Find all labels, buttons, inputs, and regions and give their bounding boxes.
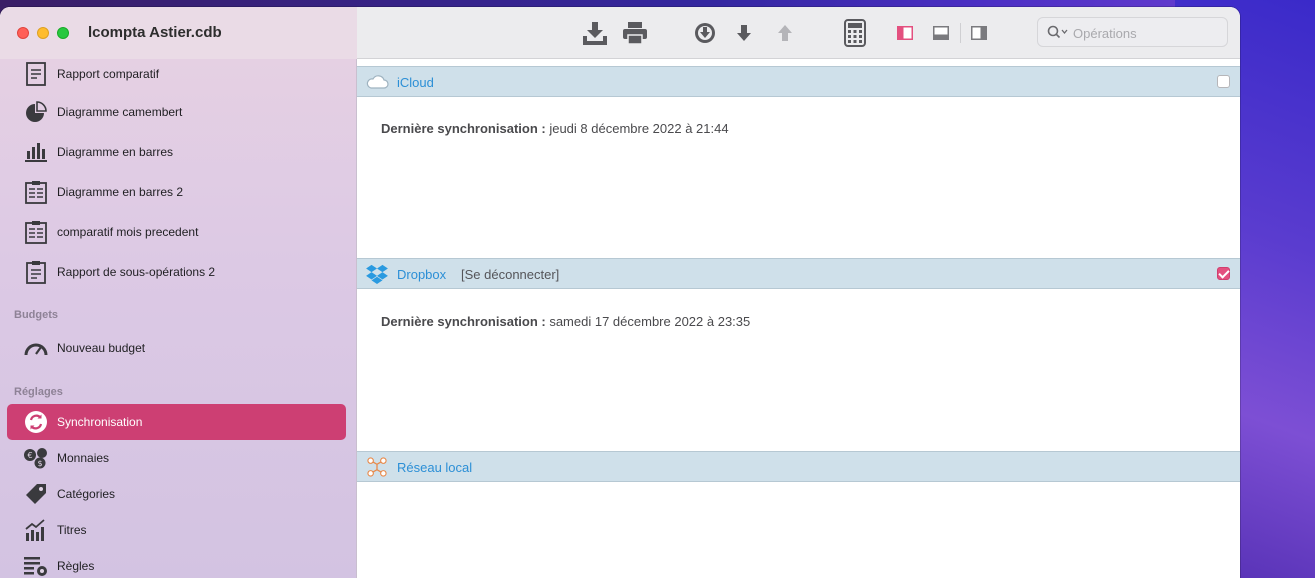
sidebar-item-titres[interactable]: Titres	[7, 512, 346, 548]
sidebar-item-label: Règles	[57, 559, 95, 573]
toolbar-divider	[960, 23, 961, 43]
sidebar-section-budgets: Budgets	[14, 309, 58, 321]
download-button[interactable]	[692, 19, 718, 47]
pie-chart-icon	[23, 99, 49, 125]
report-icon	[23, 61, 49, 87]
icloud-checkbox[interactable]	[1217, 75, 1230, 88]
dropbox-title: Dropbox	[397, 267, 447, 282]
local-network-icon	[367, 457, 387, 477]
window-title: lcompta Astier.cdb	[88, 24, 222, 41]
clipboard-icon	[23, 219, 49, 245]
sidebar-item-label: Catégories	[57, 487, 116, 501]
sync-icon	[23, 409, 49, 435]
arrow-up-icon	[778, 25, 792, 41]
svg-text:€: €	[27, 451, 32, 460]
rules-icon	[23, 553, 49, 578]
bar-chart-icon	[23, 139, 49, 165]
stocks-icon	[23, 517, 49, 543]
dropbox-checkbox[interactable]	[1217, 267, 1230, 280]
sidebar-item-label: Diagramme en barres 2	[57, 185, 184, 199]
clipboard-icon	[23, 179, 49, 205]
sidebar-item-rapport-sous-operations-2[interactable]: Rapport de sous-opérations 2	[7, 254, 346, 290]
close-window-button[interactable]	[17, 27, 29, 39]
sidebar-section-reglages: Réglages	[14, 386, 63, 398]
tag-icon	[23, 481, 49, 507]
download-circle-icon	[695, 23, 715, 43]
import-icon	[583, 22, 607, 45]
sidebar: Rapport comparatif Diagramme camembert D…	[0, 59, 357, 578]
calculator-icon	[844, 19, 866, 47]
sidebar-item-comparatif-mois-precedent[interactable]: comparatif mois precedent	[7, 214, 346, 250]
icloud-header: iCloud	[357, 66, 1240, 97]
sync-settings-panel: iCloud Dernière synchronisation : jeudi …	[357, 59, 1240, 578]
layout-right-icon	[971, 26, 987, 40]
maximize-window-button[interactable]	[57, 27, 69, 39]
sidebar-item-diagramme-camembert[interactable]: Diagramme camembert	[7, 94, 346, 130]
sidebar-item-label: Rapport de sous-opérations 2	[57, 265, 216, 279]
layout-left-icon	[897, 26, 913, 40]
dropbox-icon	[366, 264, 388, 284]
sidebar-item-label: Diagramme camembert	[57, 105, 183, 119]
toggle-bottom-panel-button[interactable]	[931, 19, 951, 47]
icloud-last-sync: Dernière synchronisation : jeudi 8 décem…	[381, 121, 729, 136]
cloud-icon	[366, 75, 389, 89]
dropbox-disconnect-link[interactable]: [Se déconnecter]	[461, 267, 559, 282]
print-icon	[623, 22, 647, 45]
app-window: lcompta Astier.cdb Opérations Rapport co…	[0, 7, 1240, 578]
title-bar: lcompta Astier.cdb Opérations	[0, 7, 1240, 59]
move-up-button[interactable]	[774, 19, 796, 47]
search-placeholder: Opérations	[1073, 26, 1137, 41]
report-icon	[23, 259, 49, 285]
gauge-icon	[23, 335, 49, 361]
minimize-window-button[interactable]	[37, 27, 49, 39]
dropbox-last-sync: Dernière synchronisation : samedi 17 déc…	[381, 314, 750, 329]
sidebar-item-monnaies[interactable]: € $ Monnaies	[7, 440, 346, 476]
toggle-sidebar-button[interactable]	[895, 19, 915, 47]
calculator-button[interactable]	[842, 19, 868, 47]
sidebar-item-diagramme-en-barres[interactable]: Diagramme en barres	[7, 134, 346, 170]
coins-icon: € $	[23, 445, 49, 471]
sidebar-item-synchronisation[interactable]: Synchronisation	[7, 404, 346, 440]
layout-bottom-icon	[933, 26, 949, 40]
icloud-last-sync-value: jeudi 8 décembre 2022 à 21:44	[545, 121, 729, 136]
move-down-button[interactable]	[733, 19, 755, 47]
toggle-inspector-button[interactable]	[969, 19, 989, 47]
dropbox-header: Dropbox [Se déconnecter]	[357, 258, 1240, 289]
print-button[interactable]	[620, 19, 650, 47]
import-button[interactable]	[580, 19, 610, 47]
search-field[interactable]: Opérations	[1037, 17, 1228, 47]
sidebar-item-label: Synchronisation	[57, 415, 143, 429]
sidebar-item-label: Monnaies	[57, 451, 110, 465]
dropbox-last-sync-value: samedi 17 décembre 2022 à 23:35	[545, 314, 751, 329]
arrow-down-icon	[737, 25, 751, 41]
sidebar-item-regles[interactable]: Règles	[7, 548, 346, 578]
sidebar-item-categories[interactable]: Catégories	[7, 476, 346, 512]
dropbox-last-sync-label: Dernière synchronisation :	[381, 314, 546, 329]
sidebar-item-label: comparatif mois precedent	[57, 225, 199, 239]
sidebar-item-label: Nouveau budget	[57, 341, 146, 355]
local-network-title: Réseau local	[397, 460, 473, 475]
icloud-title: iCloud	[397, 75, 434, 90]
sidebar-item-nouveau-budget[interactable]: Nouveau budget	[7, 330, 346, 366]
sidebar-item-diagramme-en-barres-2[interactable]: Diagramme en barres 2	[7, 174, 346, 210]
sidebar-item-rapport-comparatif[interactable]: Rapport comparatif	[7, 56, 346, 92]
sidebar-item-label: Rapport comparatif	[57, 67, 160, 81]
local-network-header: Réseau local	[357, 451, 1240, 482]
sidebar-item-label: Titres	[57, 523, 87, 537]
icloud-last-sync-label: Dernière synchronisation :	[381, 121, 546, 136]
sidebar-item-label: Diagramme en barres	[57, 145, 174, 159]
svg-text:$: $	[37, 459, 42, 468]
search-icon	[1047, 25, 1068, 39]
